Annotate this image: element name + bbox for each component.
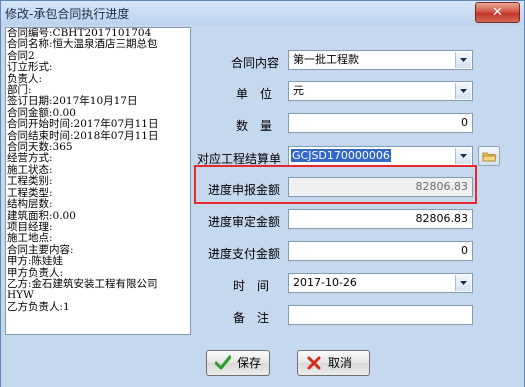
- quantity-field[interactable]: 0: [288, 113, 473, 133]
- approved-amount-field[interactable]: 82806.83: [288, 209, 473, 229]
- unit-label: 单 位: [236, 87, 273, 101]
- close-icon: ✕: [492, 5, 503, 20]
- date-picker[interactable]: 2017-10-26: [288, 273, 473, 293]
- browse-button[interactable]: [478, 146, 500, 166]
- close-button[interactable]: ✕: [475, 2, 520, 23]
- contract-info-panel[interactable]: 合同编号:CBHT2017101704 合同名称:恒大温泉酒店三期总包 合同2 订立形…: [5, 27, 191, 335]
- settlement-value: GCJSD170000006: [291, 149, 391, 162]
- info-line: 合同开始时间:2017年07月11日: [7, 118, 159, 131]
- checkmark-icon: [215, 355, 231, 370]
- paid-amount-value: 0: [461, 244, 468, 257]
- window-title: 修改-承包合同执行进度: [5, 7, 130, 21]
- unit-value: 元: [293, 84, 304, 97]
- save-label: 保存: [237, 356, 262, 370]
- content-select[interactable]: 第一批工程款: [288, 50, 473, 70]
- info-line: 施工地点:: [7, 232, 53, 245]
- quantity-label: 数 量: [236, 119, 273, 133]
- chevron-down-icon[interactable]: [455, 83, 471, 99]
- dialog-window: 修改-承包合同执行进度 ✕ 合同编号:CBHT2017101704 合同名称:恒大…: [0, 0, 525, 387]
- info-line: 甲方:陈娃娃: [7, 255, 64, 268]
- info-line: 乙方负责人:1: [7, 300, 70, 313]
- highlight-box: [194, 165, 477, 204]
- chevron-down-icon[interactable]: [455, 148, 471, 164]
- folder-icon: [482, 152, 497, 162]
- paid-amount-label: 进度支付金额: [208, 247, 281, 261]
- cancel-label: 取消: [328, 356, 353, 370]
- time-label: 时 间: [233, 279, 270, 293]
- remark-label: 备 注: [233, 311, 270, 325]
- info-line: 工程类别:: [7, 175, 53, 188]
- info-line: 结构层数:: [7, 198, 53, 211]
- content-label: 合同内容: [231, 56, 280, 70]
- chevron-down-icon[interactable]: [455, 275, 471, 291]
- save-button[interactable]: 保存: [206, 350, 270, 376]
- button-bar: 保存 取消: [1, 344, 524, 387]
- approved-amount-label: 进度审定金额: [208, 215, 281, 229]
- time-value: 2017-10-26: [293, 276, 357, 289]
- info-line: 订立形式:: [7, 61, 53, 74]
- cross-icon: [307, 356, 321, 370]
- approved-amount-value: 82806.83: [415, 212, 469, 225]
- remark-field[interactable]: [288, 305, 473, 325]
- cancel-button[interactable]: 取消: [297, 350, 370, 376]
- settlement-select[interactable]: GCJSD170000006: [288, 146, 473, 166]
- content-value: 第一批工程款: [293, 53, 359, 66]
- paid-amount-field[interactable]: 0: [288, 241, 473, 261]
- info-line: 负责人:: [7, 72, 43, 85]
- title-bar[interactable]: 修改-承包合同执行进度 ✕: [1, 1, 524, 25]
- quantity-value: 0: [461, 116, 468, 129]
- unit-select[interactable]: 元: [288, 81, 473, 101]
- chevron-down-icon[interactable]: [455, 52, 471, 68]
